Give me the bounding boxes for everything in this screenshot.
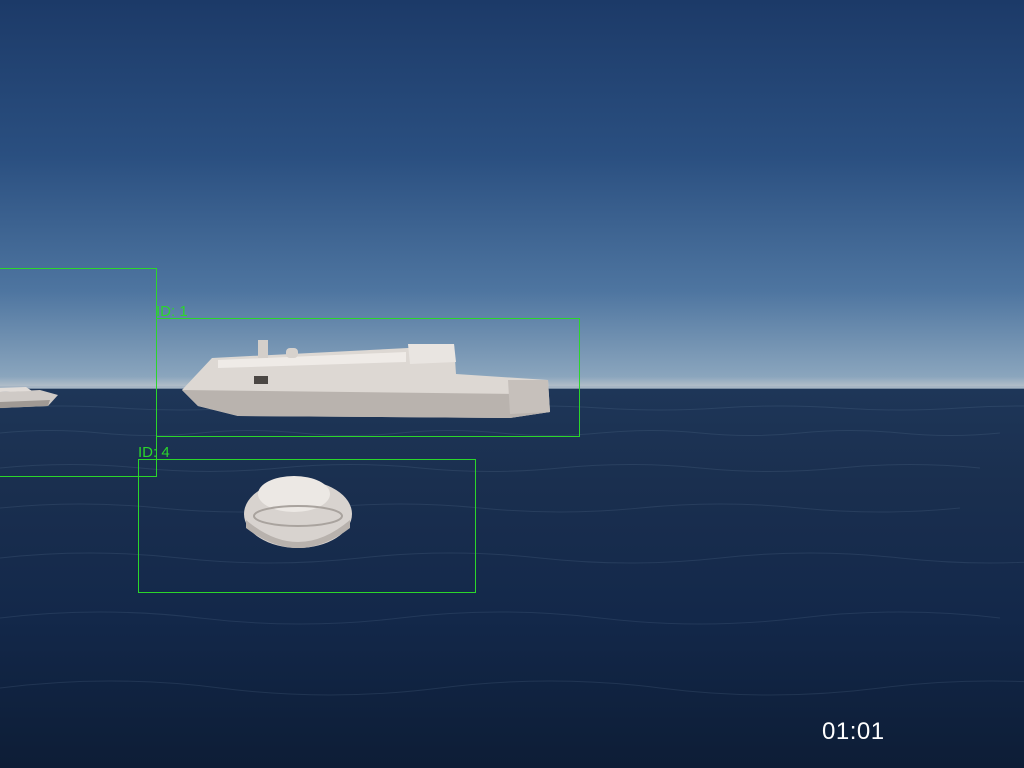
timestamp: 01:01 [822, 718, 885, 745]
detection-label-id-1: ID: 1 [156, 303, 188, 320]
detection-box-left [0, 268, 157, 477]
detection-box-id-1 [156, 318, 580, 437]
detection-label-id-4: ID: 4 [138, 444, 170, 461]
sea-camera-view: ID: 1 ID: 4 01:01 [0, 0, 1024, 768]
detection-box-id-4 [138, 459, 476, 593]
